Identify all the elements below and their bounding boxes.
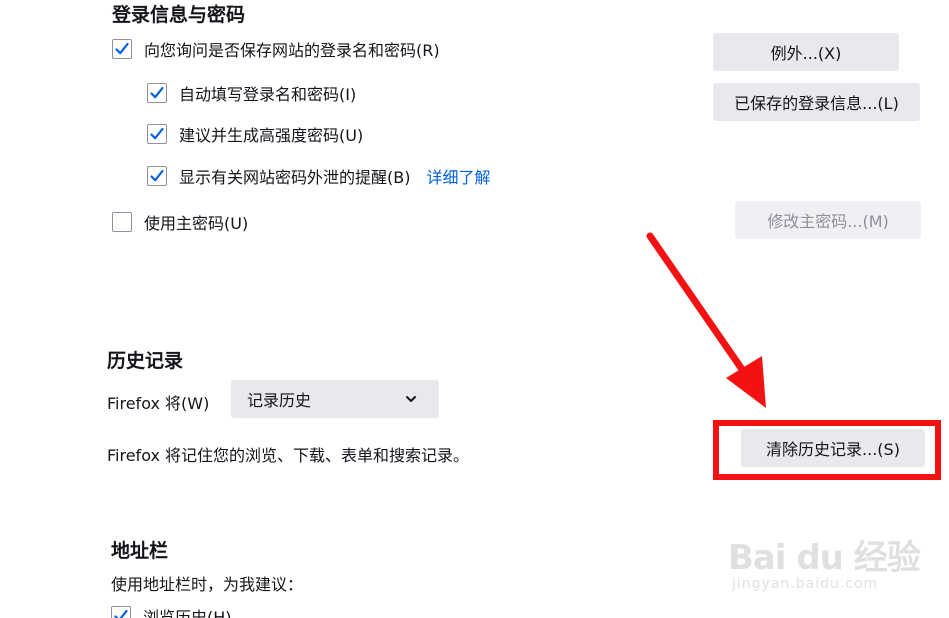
- learn-more-link[interactable]: 详细了解: [426, 164, 490, 188]
- use-master-password-row[interactable]: 使用主密码(U): [112, 210, 248, 234]
- history-mode-select[interactable]: 记录历史: [231, 380, 439, 418]
- login-section-title: 登录信息与密码: [112, 4, 246, 26]
- use-master-password-label: 使用主密码(U): [144, 214, 249, 233]
- annotation-highlight-box: [713, 420, 941, 480]
- breach-alert-checkbox[interactable]: [147, 166, 167, 186]
- watermark-brand: Bai du 经验: [728, 538, 921, 578]
- history-section-title: 历史记录: [107, 350, 184, 372]
- watermark-url: jingyan.baidu.com: [732, 576, 879, 592]
- check-icon: [115, 42, 129, 55]
- autofill-row[interactable]: 自动填写登录名和密码(I): [147, 81, 356, 105]
- chevron-down-icon: [406, 396, 416, 402]
- browse-history-row[interactable]: 浏览历史(H): [111, 604, 232, 618]
- saved-logins-button[interactable]: 已保存的登录信息...(L): [713, 83, 920, 121]
- check-icon: [150, 169, 164, 182]
- use-master-password-checkbox[interactable]: [112, 212, 132, 232]
- suggest-password-row[interactable]: 建议并生成高强度密码(U): [147, 122, 363, 146]
- autofill-label: 自动填写登录名和密码(I): [179, 85, 357, 104]
- breach-alert-row[interactable]: 显示有关网站密码外泄的提醒(B) 详细了解: [147, 164, 490, 188]
- check-icon: [150, 86, 164, 99]
- ask-save-logins-checkbox[interactable]: [112, 39, 132, 59]
- breach-alert-label: 显示有关网站密码外泄的提醒(B): [179, 168, 411, 187]
- browse-history-label: 浏览历史(H): [143, 608, 232, 618]
- addressbar-section-title: 地址栏: [111, 540, 169, 562]
- exceptions-button[interactable]: 例外...(X): [713, 33, 899, 71]
- history-mode-value: 记录历史: [247, 391, 312, 410]
- history-description: Firefox 将记住您的浏览、下载、表单和搜索记录。: [107, 446, 470, 465]
- check-icon: [114, 609, 128, 618]
- baidu-watermark: Bai du 经验 jingyan.baidu.com: [724, 518, 924, 608]
- ask-save-logins-label: 向您询问是否保存网站的登录名和密码(R): [144, 41, 440, 60]
- ask-save-logins-row[interactable]: 向您询问是否保存网站的登录名和密码(R): [112, 37, 440, 61]
- autofill-checkbox[interactable]: [147, 83, 167, 103]
- red-arrow-icon: [646, 232, 766, 408]
- history-mode-label: Firefox 将(W): [107, 394, 210, 413]
- suggest-password-checkbox[interactable]: [147, 124, 167, 144]
- suggest-password-label: 建议并生成高强度密码(U): [179, 126, 364, 145]
- browse-history-checkbox[interactable]: [111, 606, 131, 618]
- firefox-privacy-preferences: 登录信息与密码 向您询问是否保存网站的登录名和密码(R) 自动填写登录名和密码(…: [0, 0, 949, 618]
- check-icon: [150, 127, 164, 140]
- addressbar-subtitle: 使用地址栏时，为我建议：: [111, 575, 304, 594]
